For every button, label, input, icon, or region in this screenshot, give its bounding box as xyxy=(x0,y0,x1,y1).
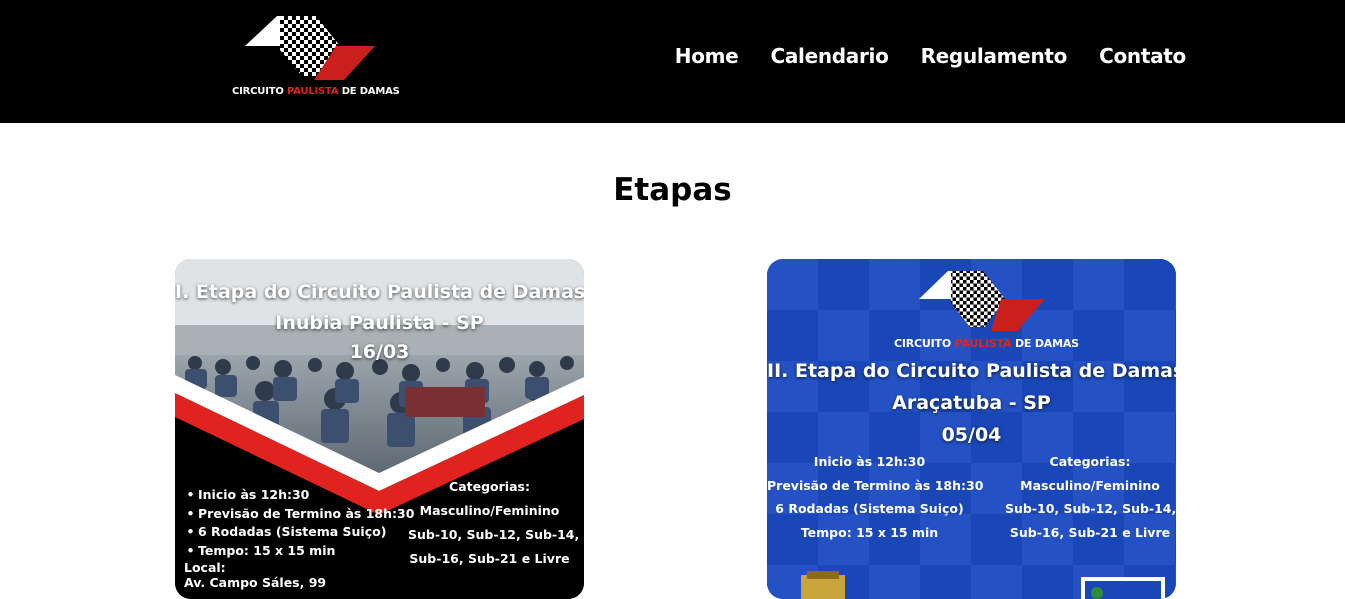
nav-link-contato[interactable]: Contato xyxy=(1099,44,1186,68)
info-item: Inicio às 12h:30 xyxy=(183,486,414,505)
partner-logo-icon xyxy=(1081,577,1165,599)
info-item: Previsão de Termino às 18h:30 xyxy=(767,477,984,493)
card-date: 16/03 xyxy=(349,341,410,363)
categories-ages-2: Sub-16, Sub-21 e Livre xyxy=(409,551,570,566)
city-crest-icon xyxy=(801,571,845,599)
card-title-line-1: II. Etapa do Circuito Paulista de Damas xyxy=(767,360,1176,382)
card-info-list: Inicio às 12h:30 Previsão de Termino às … xyxy=(183,486,414,560)
checkered-flag-logo-icon xyxy=(245,16,375,80)
info-item: 6 Rodadas (Sistema Suiço) xyxy=(775,501,964,516)
info-item: Inicio às 12h:30 xyxy=(813,454,926,469)
local-address: Av. Campo Sáles, 99 xyxy=(184,575,327,590)
card-date: 05/04 xyxy=(941,424,1002,446)
site-header: CIRCUITO PAULISTA DE DAMAS Home Calendar… xyxy=(0,0,1345,123)
categories-ages-2: Sub-16, Sub-21 e Livre xyxy=(1009,524,1171,540)
card-local: Local: Av. Campo Sáles, 99 xyxy=(184,560,326,590)
card-info-list: Inicio às 12h:30 Previsão de Termino às … xyxy=(767,450,984,544)
card-location: Inubia Paulista - SP xyxy=(275,312,484,334)
categories-label: Categorias: xyxy=(1049,454,1131,469)
info-item: Previsão de Termino às 18h:30 xyxy=(183,505,414,524)
categories-gender: Masculino/Feminino xyxy=(419,503,560,518)
nav-link-regulamento[interactable]: Regulamento xyxy=(921,44,1068,68)
card-logo-wordmark: CIRCUITO PAULISTA DE DAMAS xyxy=(894,337,1079,350)
etapa-card-1[interactable]: I. Etapa do Circuito Paulista de Damas I… xyxy=(175,259,584,599)
main-nav: Home Calendario Regulamento Contato xyxy=(675,44,1187,68)
card-title-line-1: I. Etapa do Circuito Paulista de Damas xyxy=(175,281,584,303)
info-item: Tempo: 15 x 15 min xyxy=(800,524,939,540)
nav-link-calendario[interactable]: Calendario xyxy=(770,44,888,68)
categories-ages-1: Sub-10, Sub-12, Sub-14, xyxy=(408,527,580,542)
categories-ages-1: Sub-10, Sub-12, Sub-14, xyxy=(1005,501,1176,516)
info-item: Tempo: 15 x 15 min xyxy=(183,542,414,561)
page-title: Etapas xyxy=(613,172,732,208)
info-item: 6 Rodadas (Sistema Suiço) xyxy=(183,523,414,542)
site-logo[interactable]: CIRCUITO PAULISTA DE DAMAS xyxy=(232,12,400,104)
logo-wordmark: CIRCUITO PAULISTA DE DAMAS xyxy=(232,86,400,97)
etapa-card-2[interactable]: CIRCUITO PAULISTA DE DAMAS II. Etapa do … xyxy=(767,259,1176,599)
local-label: Local: xyxy=(184,560,226,575)
categories-label: Categorias: xyxy=(449,479,530,494)
categories-gender: Masculino/Feminino xyxy=(1020,477,1160,493)
nav-link-home[interactable]: Home xyxy=(675,44,739,68)
card-categories: Categorias: Masculino/Feminino Sub-10, S… xyxy=(408,475,580,571)
card-location: Araçatuba - SP xyxy=(892,392,1051,414)
card-categories: Categorias: Masculino/Feminino Sub-10, S… xyxy=(1005,450,1176,544)
